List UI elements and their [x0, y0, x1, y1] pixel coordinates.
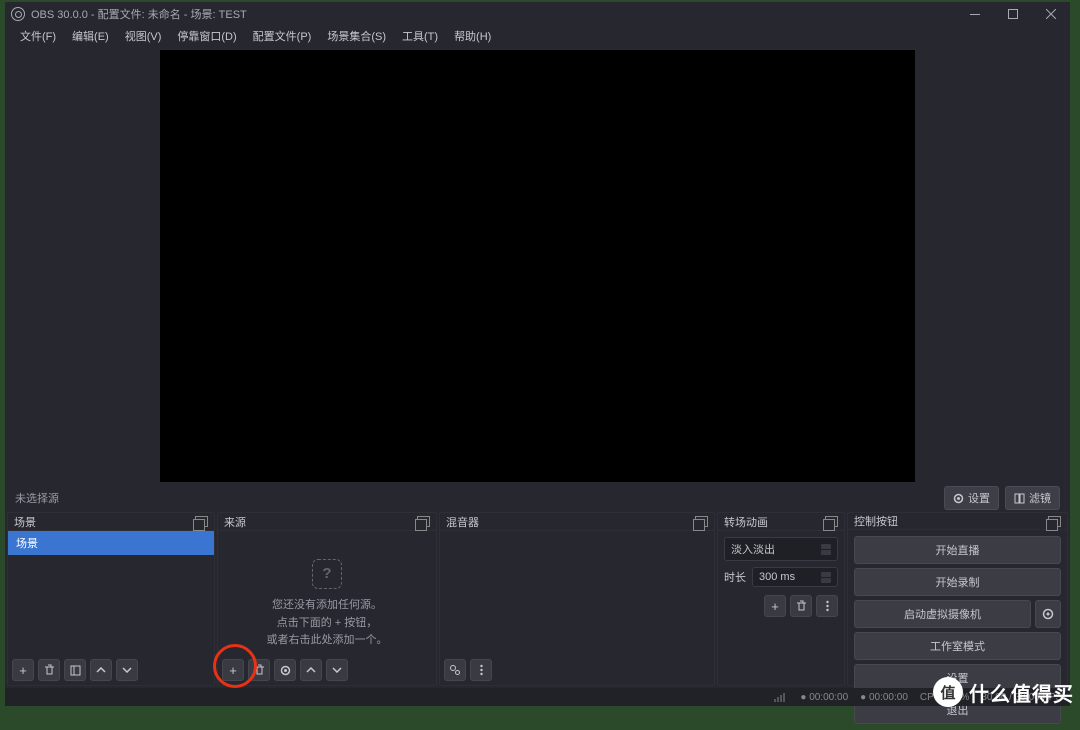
- close-button[interactable]: [1032, 2, 1070, 26]
- kebab-icon: [480, 664, 483, 676]
- status-rec: ● 00:00:00: [860, 692, 908, 703]
- statusbar: ● 00:00:00 ● 00:00:00 CPU: 0.2% 30.00 / …: [5, 688, 1070, 706]
- window-title: OBS 30.0.0 - 配置文件: 未命名 - 场景: TEST: [31, 6, 247, 22]
- add-scene-button[interactable]: +: [12, 659, 34, 681]
- sources-empty-message: ? 您还没有添加任何源。 点击下面的 + 按钮， 或者右击此处添加一个。: [218, 559, 436, 650]
- popout-icon[interactable]: [825, 516, 838, 527]
- mixer-dock: 混音器: [439, 512, 715, 686]
- obs-logo-icon: [11, 7, 25, 21]
- scene-down-button[interactable]: [116, 659, 138, 681]
- mixer-settings-button[interactable]: [444, 659, 466, 681]
- trash-icon: [796, 600, 807, 612]
- transitions-dock: 转场动画 淡入淡出 时长 300 ms +: [717, 512, 845, 686]
- duration-label: 时长: [724, 569, 746, 585]
- chevron-down-icon: [332, 667, 342, 673]
- watermark-logo-icon: 值: [933, 677, 963, 707]
- menu-edit[interactable]: 编辑(E): [65, 26, 116, 46]
- menubar: 文件(F) 编辑(E) 视图(V) 停靠窗口(D) 配置文件(P) 场景集合(S…: [5, 26, 1070, 46]
- panel-icon: [70, 665, 81, 676]
- virtual-cam-settings-button[interactable]: [1035, 600, 1061, 628]
- sources-toolbar: +: [218, 655, 436, 685]
- mixer-toolbar: [440, 655, 714, 685]
- chevron-down-icon: [122, 667, 132, 673]
- studio-mode-button[interactable]: 工作室模式: [854, 632, 1061, 660]
- popout-icon[interactable]: [417, 516, 430, 527]
- spinner-icon: [821, 572, 831, 583]
- status-live: ● 00:00:00: [800, 692, 848, 703]
- add-source-button[interactable]: +: [222, 659, 244, 681]
- source-down-button[interactable]: [326, 659, 348, 681]
- gear-icon: [953, 493, 964, 504]
- trash-icon: [254, 664, 265, 676]
- remove-source-button[interactable]: [248, 659, 270, 681]
- question-icon: ?: [312, 559, 342, 589]
- scenes-dock: 场景 场景 +: [7, 512, 215, 686]
- scenes-list[interactable]: 场景: [8, 531, 214, 655]
- transition-select[interactable]: 淡入淡出: [724, 537, 838, 561]
- source-props-button[interactable]: [274, 659, 296, 681]
- chevron-up-icon: [96, 667, 106, 673]
- menu-help[interactable]: 帮助(H): [447, 26, 498, 46]
- popout-icon[interactable]: [695, 516, 708, 527]
- start-record-button[interactable]: 开始录制: [854, 568, 1061, 596]
- source-filters-button[interactable]: 滤镜: [1005, 486, 1060, 510]
- popout-icon[interactable]: [1048, 516, 1061, 527]
- transitions-body: 淡入淡出 时长 300 ms +: [718, 531, 844, 623]
- scene-item[interactable]: 场景: [8, 531, 214, 555]
- preview-canvas[interactable]: [160, 50, 915, 482]
- scenes-toolbar: +: [8, 655, 214, 685]
- mixer-body[interactable]: [440, 531, 714, 655]
- popout-icon[interactable]: [195, 516, 208, 527]
- scenes-header[interactable]: 场景: [8, 513, 214, 531]
- watermark-text: 什么值得买: [969, 678, 1074, 707]
- controls-header[interactable]: 控制按钮: [848, 513, 1067, 530]
- menu-file[interactable]: 文件(F): [13, 26, 63, 46]
- scene-up-button[interactable]: [90, 659, 112, 681]
- app-window: OBS 30.0.0 - 配置文件: 未命名 - 场景: TEST 文件(F) …: [5, 2, 1070, 706]
- sources-header[interactable]: 来源: [218, 513, 436, 531]
- source-settings-button[interactable]: 设置: [944, 486, 999, 510]
- menu-view[interactable]: 视图(V): [118, 26, 169, 46]
- mixer-header[interactable]: 混音器: [440, 513, 714, 531]
- menu-scene-collection[interactable]: 场景集合(S): [320, 26, 393, 46]
- network-icon: [774, 692, 788, 702]
- maximize-button[interactable]: [994, 2, 1032, 26]
- transition-menu-button[interactable]: [816, 595, 838, 617]
- kebab-icon: [826, 600, 829, 612]
- scene-filter-button[interactable]: [64, 659, 86, 681]
- duration-input[interactable]: 300 ms: [752, 567, 838, 587]
- gears-icon: [449, 664, 461, 676]
- watermark: 值 什么值得买: [933, 677, 1074, 707]
- spinner-icon: [821, 544, 831, 555]
- trash-icon: [44, 664, 55, 676]
- minimize-button[interactable]: [956, 2, 994, 26]
- gear-icon: [1042, 608, 1054, 620]
- no-source-label: 未选择源: [15, 490, 59, 506]
- transitions-header[interactable]: 转场动画: [718, 513, 844, 531]
- virtual-cam-button[interactable]: 启动虚拟摄像机: [854, 600, 1031, 628]
- gear-icon: [280, 665, 291, 676]
- menu-tools[interactable]: 工具(T): [395, 26, 445, 46]
- sources-list[interactable]: ? 您还没有添加任何源。 点击下面的 + 按钮， 或者右击此处添加一个。: [218, 531, 436, 655]
- mixer-menu-button[interactable]: [470, 659, 492, 681]
- sources-dock: 来源 ? 您还没有添加任何源。 点击下面的 + 按钮， 或者右击此处添加一个。 …: [217, 512, 437, 686]
- start-stream-button[interactable]: 开始直播: [854, 536, 1061, 564]
- remove-scene-button[interactable]: [38, 659, 60, 681]
- menu-profile[interactable]: 配置文件(P): [246, 26, 319, 46]
- menu-dock[interactable]: 停靠窗口(D): [170, 26, 243, 46]
- filters-icon: [1014, 493, 1025, 504]
- titlebar[interactable]: OBS 30.0.0 - 配置文件: 未命名 - 场景: TEST: [5, 2, 1070, 26]
- remove-transition-button[interactable]: [790, 595, 812, 617]
- docks-container: 场景 场景 +: [5, 510, 1070, 688]
- source-up-button[interactable]: [300, 659, 322, 681]
- add-transition-button[interactable]: +: [764, 595, 786, 617]
- controls-dock: 控制按钮 开始直播 开始录制 启动虚拟摄像机 工作室模式 设置 退出: [847, 512, 1068, 686]
- preview-area[interactable]: [5, 46, 1070, 486]
- source-toolbar: 未选择源 设置 滤镜: [5, 486, 1070, 510]
- chevron-up-icon: [306, 667, 316, 673]
